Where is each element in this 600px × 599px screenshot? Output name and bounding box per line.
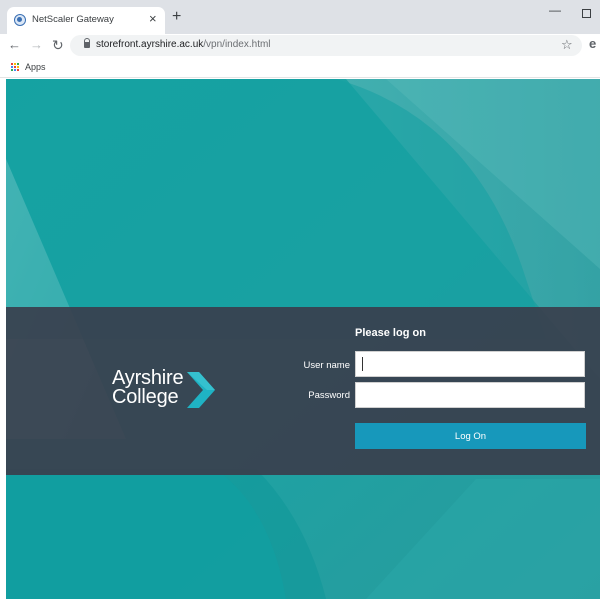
star-icon[interactable]: ☆ (561, 37, 573, 53)
bookmark-apps-label[interactable]: Apps (25, 62, 46, 72)
reload-icon[interactable]: ↻ (52, 37, 64, 53)
profile-icon[interactable]: e (589, 36, 596, 52)
url-text[interactable]: storefront.ayrshire.ac.uk/vpn/index.html (96, 39, 271, 50)
text-caret (362, 357, 363, 371)
ayrshire-college-logo: Ayrshire College (112, 368, 215, 408)
browser-tabstrip: NetScaler Gateway × + — (0, 0, 600, 34)
logo-line-2: College (112, 386, 179, 408)
address-bar[interactable]: storefront.ayrshire.ac.uk/vpn/index.html… (70, 35, 582, 56)
url-path: /vpn/index.html (203, 39, 271, 50)
forward-arrow-icon[interactable]: → (30, 37, 43, 53)
tab-title: NetScaler Gateway (32, 14, 114, 25)
password-input[interactable] (355, 382, 585, 408)
lock-icon[interactable] (84, 38, 90, 48)
bookmarks-bar: Apps (0, 58, 600, 78)
new-tab-button[interactable]: + (172, 9, 181, 25)
browser-tab[interactable]: NetScaler Gateway × (7, 7, 165, 34)
apps-grid-icon[interactable] (11, 63, 20, 72)
maximize-icon[interactable] (582, 9, 591, 18)
netscaler-favicon-icon (14, 14, 26, 26)
close-tab-icon[interactable]: × (149, 12, 157, 26)
login-title: Please log on (355, 327, 426, 339)
logo-chevron-icon (187, 372, 215, 408)
log-on-button[interactable]: Log On (355, 423, 586, 449)
back-arrow-icon[interactable]: ← (8, 37, 21, 53)
username-label: User name (303, 360, 350, 371)
username-input[interactable] (355, 351, 585, 377)
minimize-icon[interactable]: — (549, 3, 561, 17)
password-label: Password (308, 390, 350, 401)
browser-toolbar: ← → ↻ storefront.ayrshire.ac.uk/vpn/inde… (0, 34, 600, 58)
url-host: storefront.ayrshire.ac.uk (96, 39, 204, 50)
login-page: Ayrshire College Please log on User name… (6, 79, 600, 599)
login-panel: Ayrshire College Please log on User name… (6, 307, 600, 475)
